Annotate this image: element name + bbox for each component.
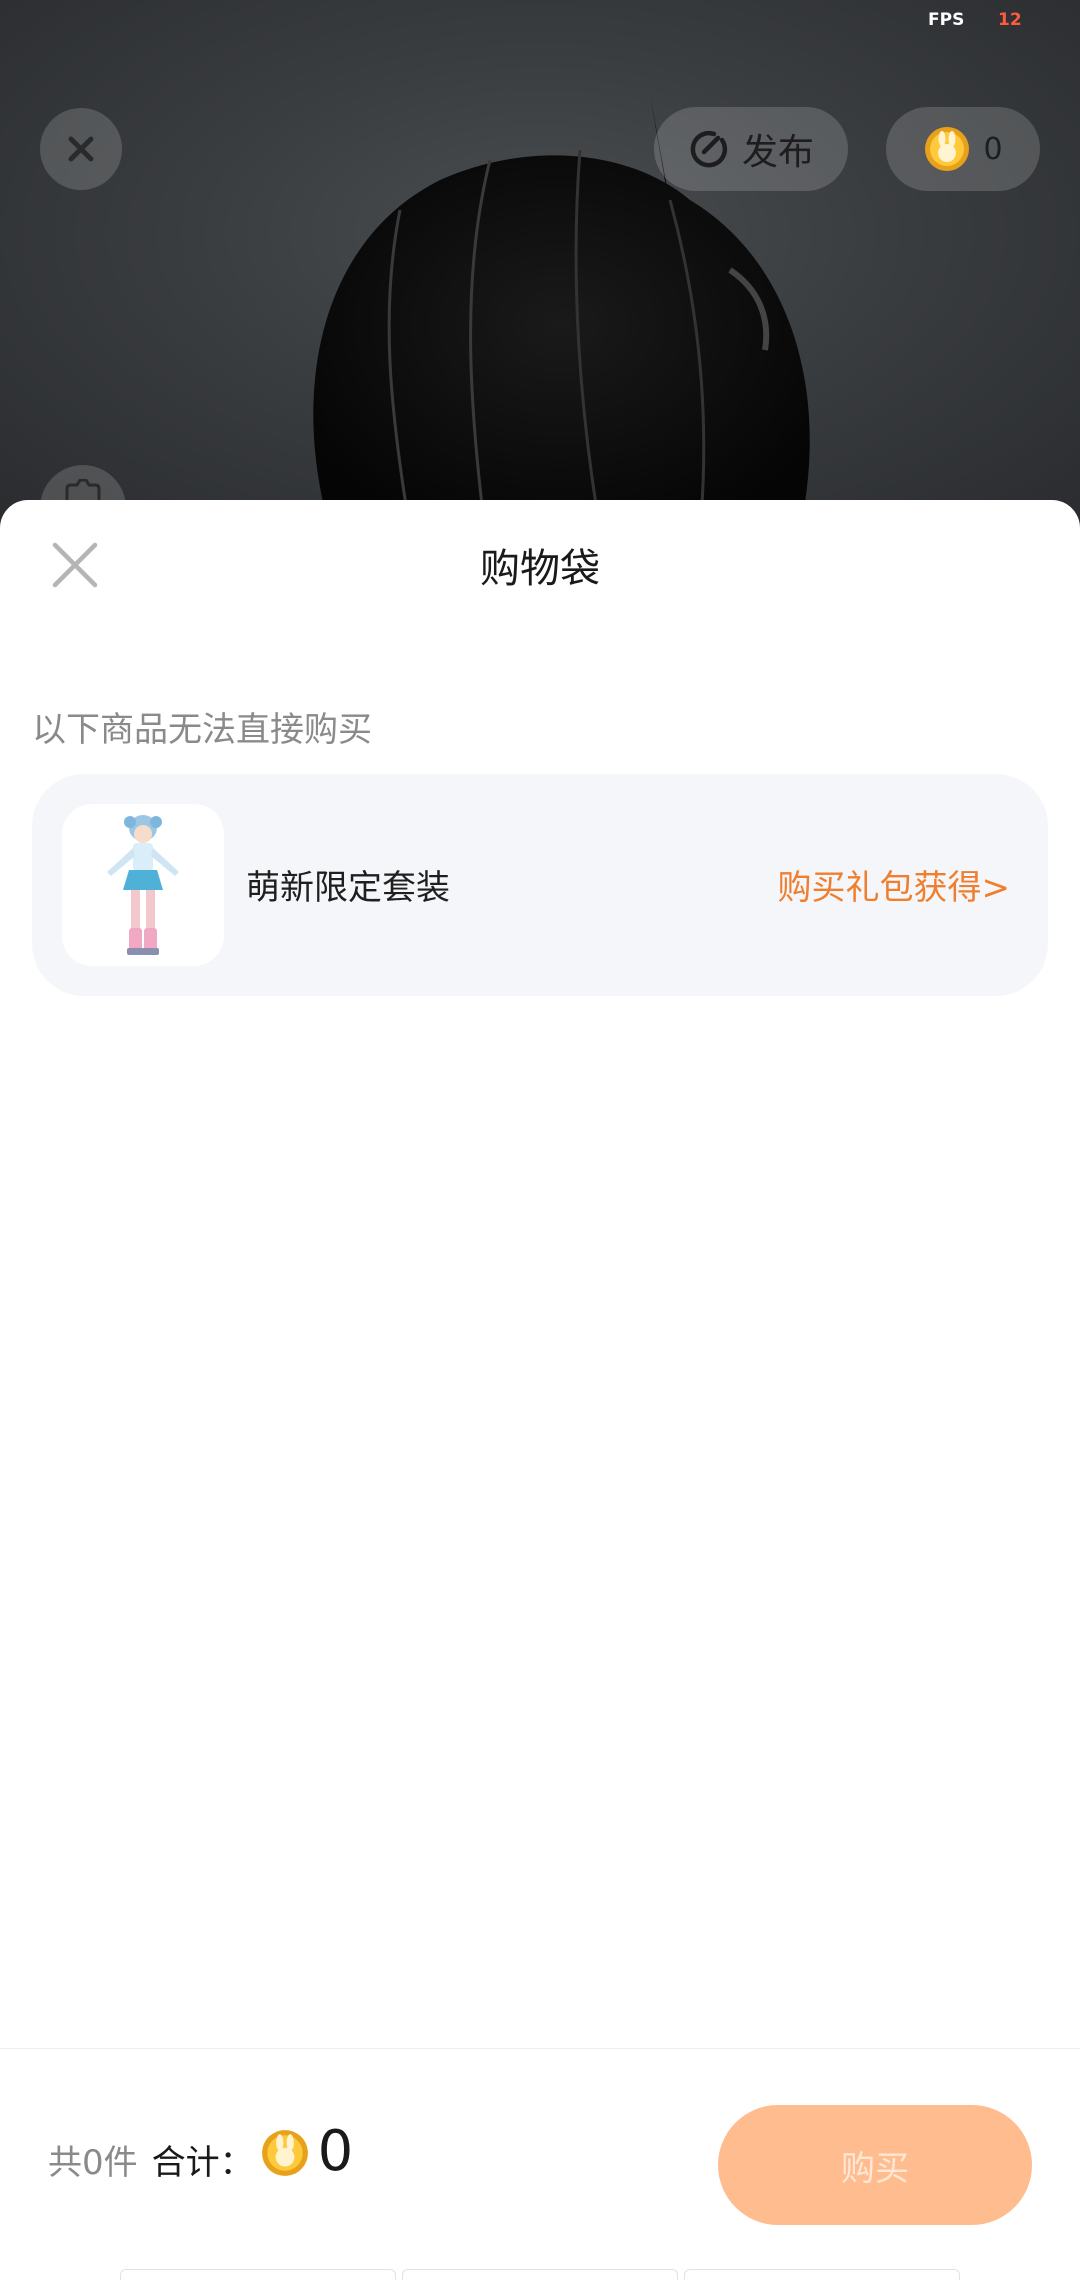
close-icon	[68, 136, 94, 162]
list-item[interactable]: 萌新限定套装 购买礼包获得>	[32, 774, 1048, 996]
bottom-tab	[402, 2269, 678, 2280]
item-name: 萌新限定套装	[246, 868, 450, 908]
publish-icon	[690, 130, 728, 168]
avatar-viewport[interactable]: FPS 12 发布 0	[0, 0, 1080, 520]
exit-button[interactable]	[40, 108, 122, 190]
avatar-outfit-image	[107, 815, 179, 955]
bottom-edge-tabs	[120, 2269, 960, 2280]
bunny-coin-icon	[925, 127, 970, 171]
sheet-title: 购物袋	[480, 546, 600, 592]
item-count: 共0件	[48, 2143, 138, 2183]
coin-balance-value: 0	[983, 131, 1003, 167]
unavailable-notice: 以下商品无法直接购买	[32, 710, 372, 750]
buy-button[interactable]: 购买	[718, 2105, 1032, 2225]
item-thumbnail	[62, 804, 224, 966]
bunny-coin-icon	[261, 2129, 308, 2176]
order-summary: 共0件 合计： 0	[48, 2119, 353, 2184]
total-label: 合计：	[151, 2143, 254, 2183]
total-value: 0	[317, 2119, 354, 2184]
fps-label: FPS	[928, 10, 965, 30]
publish-label: 发布	[741, 132, 814, 173]
coin-balance[interactable]: 0	[886, 107, 1040, 191]
buy-gift-pack-link[interactable]: 购买礼包获得>	[778, 860, 1011, 909]
shopping-bag-sheet: 购物袋 以下商品无法直接购买 萌新限定套装 购买礼包获得>	[0, 500, 1080, 2280]
bottom-tab	[684, 2269, 960, 2280]
checkout-bar: 共0件 合计： 0 购买	[0, 2048, 1080, 2280]
publish-button[interactable]: 发布	[654, 107, 848, 191]
bottom-tab	[120, 2269, 396, 2280]
fps-value: 12	[998, 10, 1022, 30]
